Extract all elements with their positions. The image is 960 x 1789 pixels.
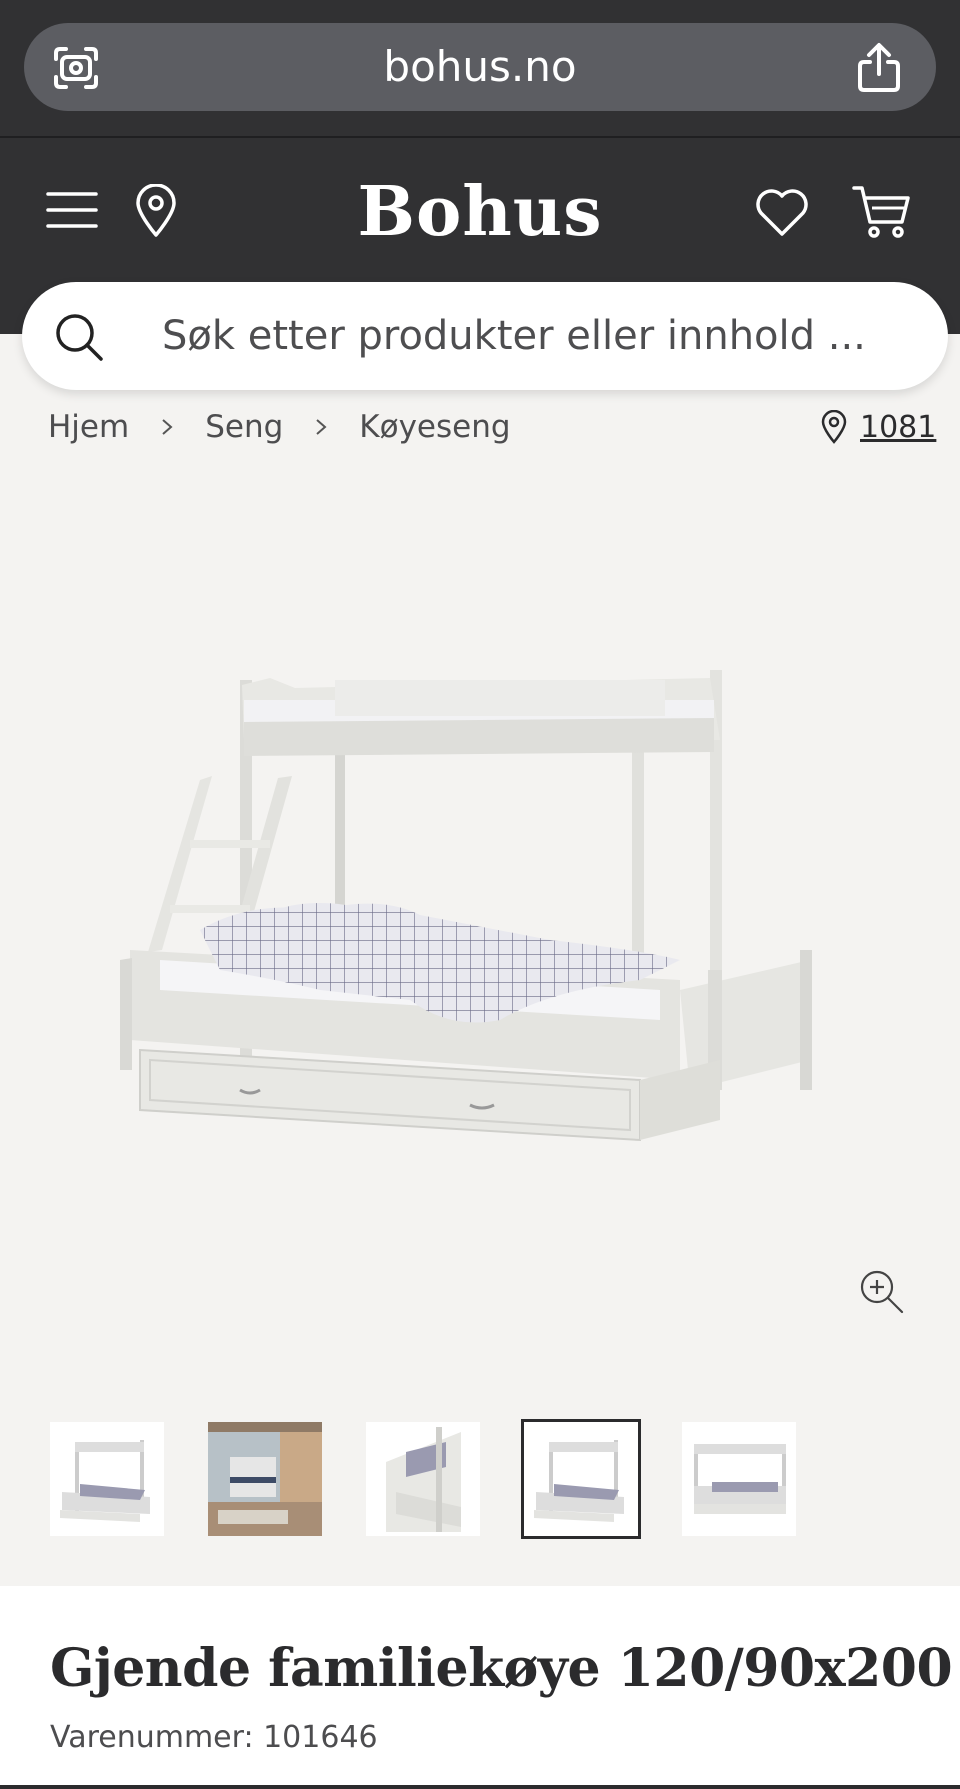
site-logo[interactable]: Bohus [0, 172, 960, 252]
breadcrumb-item-seng[interactable]: Seng [205, 409, 283, 445]
divider [0, 1785, 960, 1789]
zoom-in-icon[interactable] [858, 1268, 904, 1314]
thumbnail-1[interactable] [50, 1422, 164, 1536]
search-icon [56, 314, 103, 361]
product-sku: Varenummer: 101646 [50, 1720, 378, 1755]
address-bar[interactable]: bohus.no [24, 23, 936, 111]
product-info: Gjende familiekøye 120/90x200 Varenummer… [0, 1586, 960, 1789]
search-input[interactable]: Søk etter produkter eller innhold ... [22, 282, 948, 390]
thumbnail-4[interactable] [521, 1419, 641, 1539]
thumbnail-3[interactable] [366, 1422, 480, 1536]
store-code[interactable]: 1081 [860, 410, 936, 445]
breadcrumb-item-koyeseng[interactable]: Køyeseng [359, 409, 510, 445]
share-icon[interactable] [856, 42, 902, 94]
browser-toolbar: bohus.no [0, 0, 960, 136]
thumbnail-2[interactable] [208, 1422, 322, 1536]
shopping-cart-icon[interactable] [852, 184, 912, 240]
url-text[interactable]: bohus.no [24, 23, 936, 111]
map-pin-icon [821, 410, 847, 444]
heart-icon[interactable] [754, 186, 810, 238]
store-location-link[interactable]: 1081 [820, 402, 936, 452]
breadcrumb: Hjem Seng Køyeseng [48, 402, 511, 452]
product-title: Gjende familiekøye 120/90x200 [50, 1638, 953, 1699]
camera-scan-icon[interactable] [52, 45, 100, 91]
thumbnail-5[interactable] [682, 1422, 796, 1536]
breadcrumb-item-home[interactable]: Hjem [48, 409, 129, 445]
product-image-bunk-bed[interactable] [120, 660, 840, 1220]
chevron-right-icon [162, 419, 173, 435]
search-placeholder: Søk etter produkter eller innhold ... [162, 313, 866, 359]
chevron-right-icon [316, 419, 327, 435]
thumbnail-strip [50, 1419, 910, 1539]
